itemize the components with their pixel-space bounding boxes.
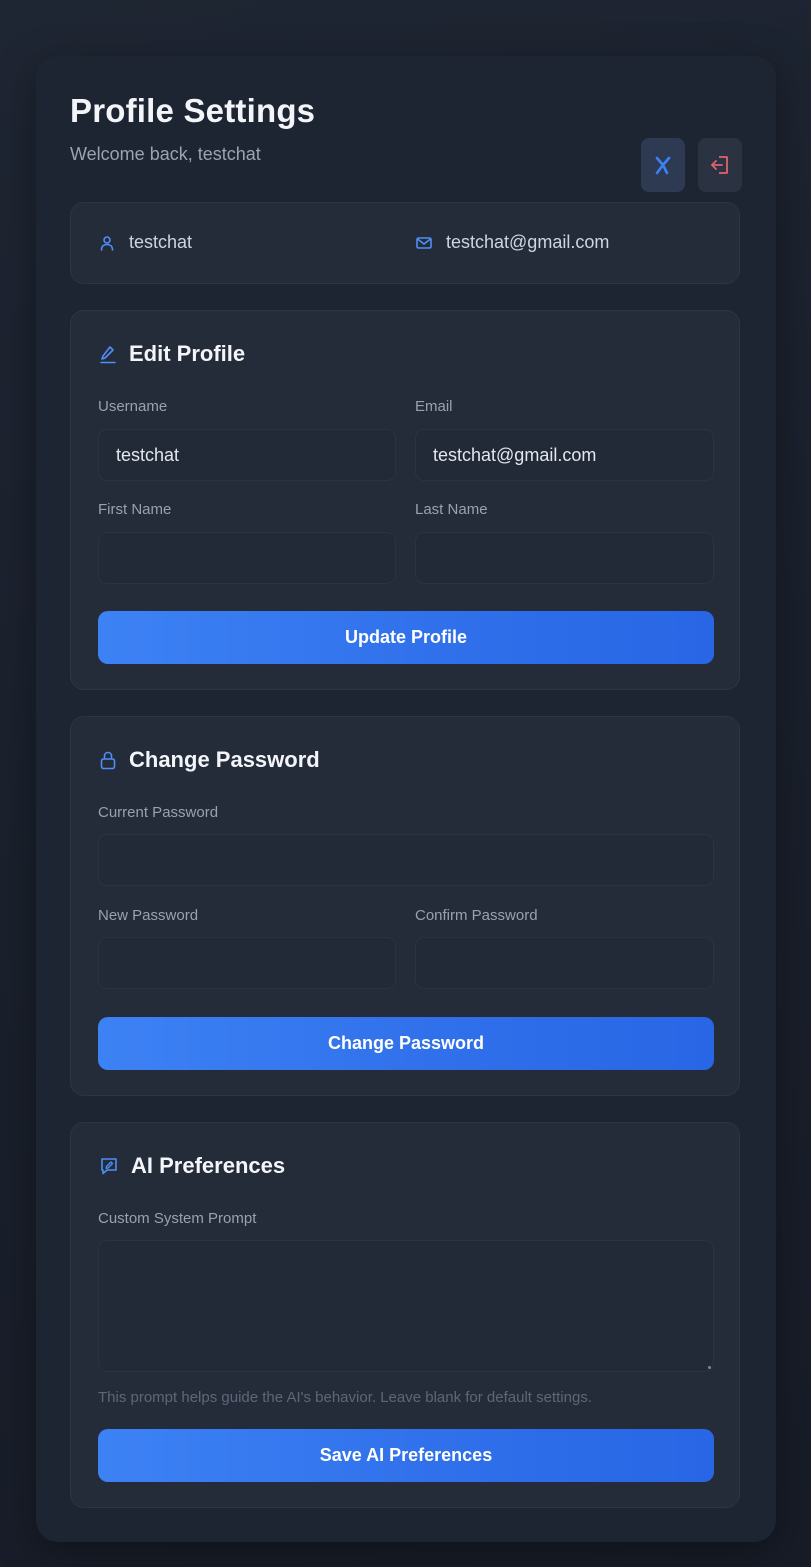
last-name-input[interactable] <box>415 532 714 584</box>
chat-edit-icon <box>101 1158 117 1175</box>
ai-preferences-heading: AI Preferences <box>99 1153 285 1179</box>
user-icon <box>100 235 114 251</box>
logout-button[interactable] <box>698 138 742 192</box>
update-profile-button[interactable]: Update Profile <box>98 611 714 664</box>
edit-profile-heading: Edit Profile <box>99 341 245 367</box>
logout-icon <box>711 156 728 174</box>
edit-profile-card: Edit Profile Username testchat Email tes… <box>70 310 740 690</box>
save-ai-preferences-button[interactable]: Save AI Preferences <box>98 1429 714 1482</box>
system-prompt-label: Custom System Prompt <box>98 1210 257 1227</box>
username-input[interactable]: testchat <box>98 429 396 481</box>
change-password-heading: Change Password <box>99 747 320 773</box>
lock-icon <box>100 751 116 770</box>
language-button[interactable] <box>641 138 685 192</box>
current-password-input[interactable] <box>98 834 714 886</box>
edit-profile-title: Edit Profile <box>129 341 246 366</box>
email-input[interactable]: testchat@gmail.com <box>415 429 714 481</box>
settings-panel: Profile Settings Welcome back, testchat … <box>36 56 776 1542</box>
info-email-text: testchat@gmail.com <box>446 232 610 252</box>
new-password-input[interactable] <box>98 937 396 989</box>
first-name-input[interactable] <box>98 532 396 584</box>
info-email: testchat@gmail.com <box>416 232 609 253</box>
info-username: testchat <box>99 232 192 253</box>
change-password-card: Change Password Current Password New Pas… <box>70 716 740 1096</box>
confirm-password-label: Confirm Password <box>415 907 538 924</box>
username-label: Username <box>98 398 168 415</box>
resize-handle[interactable] <box>708 1366 711 1369</box>
pencil-icon <box>100 346 116 364</box>
account-info-card: testchat testchat@gmail.com <box>70 202 740 284</box>
page-header: Profile Settings Welcome back, testchat <box>70 92 742 192</box>
change-password-title: Change Password <box>129 747 320 772</box>
last-name-label: Last Name <box>415 501 488 518</box>
info-username-text: testchat <box>129 232 193 252</box>
current-password-label: Current Password <box>98 804 219 821</box>
new-password-label: New Password <box>98 907 199 924</box>
confirm-password-input[interactable] <box>415 937 714 989</box>
change-password-button[interactable]: Change Password <box>98 1017 714 1070</box>
ai-preferences-card: AI Preferences Custom System Prompt This… <box>70 1122 740 1508</box>
language-switch-icon <box>655 156 671 175</box>
mail-icon <box>416 236 432 249</box>
system-prompt-textarea[interactable] <box>98 1240 714 1372</box>
ai-preferences-title: AI Preferences <box>131 1153 286 1178</box>
email-label: Email <box>415 398 453 415</box>
first-name-label: First Name <box>98 501 172 518</box>
page-title: Profile Settings <box>70 92 316 129</box>
system-prompt-help: This prompt helps guide the AI's behavio… <box>98 1389 592 1406</box>
